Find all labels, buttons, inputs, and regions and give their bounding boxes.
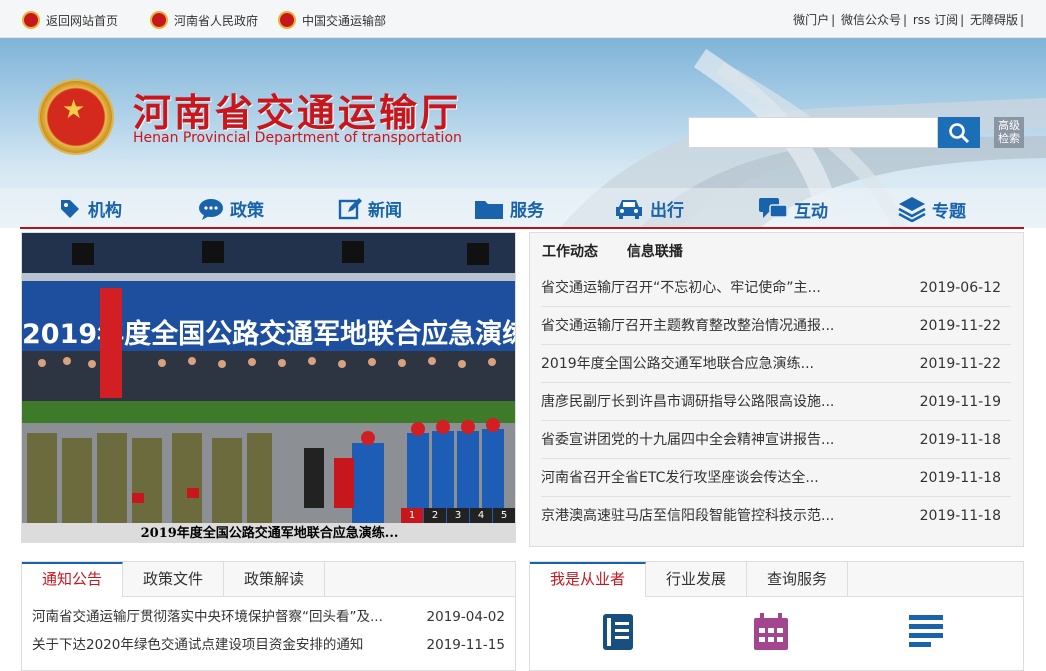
search-input[interactable] [688,117,938,148]
slider-page-5[interactable]: 5 [493,508,515,523]
tab-industry-development[interactable]: 行业发展 [646,562,748,596]
search-icon [949,122,970,143]
slider-page-3[interactable]: 3 [447,508,469,523]
nav-item-service[interactable]: 服务 [474,196,544,221]
header-banner: 河南省交通运输厅 Henan Provincial Department of … [0,38,1046,228]
slider-caption[interactable]: 2019年度全国公路交通军地联合应急演练... [22,523,515,542]
tab-info-broadcast[interactable]: 信息联播 [627,244,683,260]
services-panel: 我是从业者 行业发展 查询服务 [529,561,1024,671]
nav-item-topics[interactable]: 专题 [898,196,966,222]
slider-pagination: 1 2 3 4 5 [400,508,515,523]
tab-work-updates[interactable]: 工作动态 [542,244,598,260]
slider-page-4[interactable]: 4 [470,508,492,523]
notice-item[interactable]: 关于下达2020年绿色交通试点建设项目资金安排的通知 2019-11-15 [32,631,505,659]
main-nav: 机构 政策 新闻 服务 出行 互动 专题 [0,188,1046,228]
notices-list: 河南省交通运输厅贯彻落实中央环境保护督察“回头看”及... 2019-04-02 … [22,597,515,659]
calendar-icon[interactable] [752,612,790,652]
folder-icon [475,200,503,219]
advanced-search-button[interactable]: 高级检索 [994,117,1024,148]
site-subtitle: Henan Provincial Department of transport… [133,130,462,146]
notice-item[interactable]: 河南省交通运输厅贯彻落实中央环境保护督察“回头看”及... 2019-04-02 [32,603,505,631]
notices-panel: 通知公告 政策文件 政策解读 河南省交通运输厅贯彻落实中央环境保护督察“回头看”… [21,561,516,671]
edit-icon [338,197,362,219]
search-button[interactable] [938,117,980,148]
nav-item-travel[interactable]: 出行 [614,196,684,221]
tab-policy-docs[interactable]: 政策文件 [123,562,225,596]
tab-policy-interpretation[interactable]: 政策解读 [224,562,326,596]
nav-item-interaction[interactable]: 互动 [758,196,828,222]
news-item[interactable]: 2019年度全国公路交通军地联合应急演练... 2019-11-22 [541,345,1011,383]
link-mot[interactable]: 中国交通运输部 [278,11,386,29]
top-right-links: 微门户 | 微信公众号 | rss 订阅 | 无障碍版 | [791,13,1024,27]
nav-item-institution[interactable]: 机构 [58,196,122,221]
nav-item-news[interactable]: 新闻 [338,196,402,221]
link-rss[interactable]: rss 订阅 [911,13,960,27]
services-tabs: 我是从业者 行业发展 查询服务 [530,562,1023,597]
slider-page-2[interactable]: 2 [424,508,446,523]
news-item[interactable]: 省交通运输厅召开“不忘初心、牢记使命”主... 2019-06-12 [541,269,1011,307]
layers-icon [898,197,926,222]
car-icon [616,199,642,219]
notices-tabs: 通知公告 政策文件 政策解读 [22,562,515,597]
national-emblem [40,81,112,153]
emblem-icon [150,11,168,29]
news-item[interactable]: 省交通运输厅召开主题教育整改整治情况通报... 2019-11-22 [541,307,1011,345]
chat-bubble-icon [199,198,223,220]
news-tabs: 工作动态 信息联播 [542,241,707,261]
link-home[interactable]: 返回网站首页 [22,11,118,29]
site-title: 河南省交通运输厅 [133,90,462,135]
news-list: 省交通运输厅召开“不忘初心、牢记使命”主... 2019-06-12 省交通运输厅… [541,269,1011,535]
news-item[interactable]: 京港澳高速驻马店至信阳段智能管控科技示范... 2019-11-18 [541,497,1011,535]
tab-notices[interactable]: 通知公告 [22,562,124,597]
news-item[interactable]: 唐彦民副厅长到许昌市调研指导公路限高设施... 2019-11-19 [541,383,1011,421]
divider-line [20,227,1024,229]
link-henan-gov[interactable]: 河南省人民政府 [150,11,258,29]
comments-icon [759,198,788,218]
list-icon[interactable] [907,612,945,652]
tag-icon [61,199,79,218]
tab-practitioner[interactable]: 我是从业者 [530,562,647,597]
link-accessibility[interactable]: 无障碍版 [968,13,1020,27]
book-icon[interactable] [600,612,638,652]
slider-photo: 2019年度全国公路交通军地联合应急演练 [22,233,516,523]
news-panel: 工作动态 信息联播 省交通运输厅召开“不忘初心、牢记使命”主... 2019-06… [529,232,1024,547]
slider-banner-text: 2019年度全国公路交通军地联合应急演练 [22,318,516,350]
news-item[interactable]: 河南省召开全省ETC发行攻坚座谈会传达全... 2019-11-18 [541,459,1011,497]
tab-query-service[interactable]: 查询服务 [747,562,849,596]
emblem-icon [278,11,296,29]
slider-page-1[interactable]: 1 [401,508,423,523]
nav-item-policy[interactable]: 政策 [198,196,264,221]
link-micro-portal[interactable]: 微门户 [791,13,831,27]
photo-slider[interactable]: 2019年度全国公路交通军地联合应急演练 1 2 3 4 5 2019年度全国公… [21,232,516,543]
news-item[interactable]: 省委宣讲团党的十九届四中全会精神宣讲报告... 2019-11-18 [541,421,1011,459]
emblem-icon [22,11,40,29]
link-wechat[interactable]: 微信公众号 [839,13,903,27]
top-bar: 返回网站首页 河南省人民政府 中国交通运输部 微门户 | 微信公众号 | rss 订… [0,0,1046,38]
